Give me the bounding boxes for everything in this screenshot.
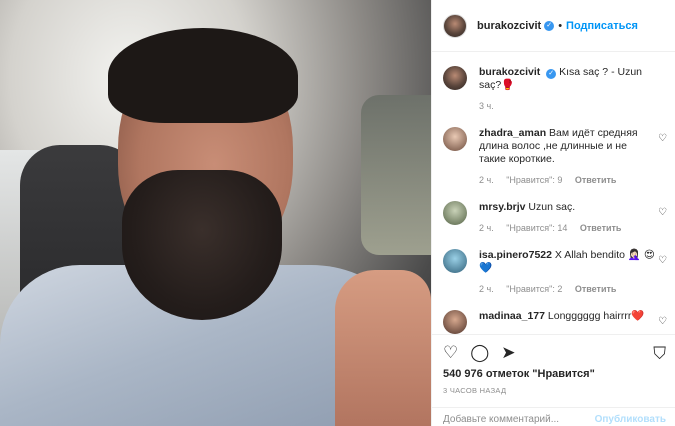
comment-icon[interactable]: ◯ (470, 344, 489, 362)
reply-button[interactable]: Ответить (575, 284, 617, 294)
likes-count[interactable]: 540 976 отметок "Нравится" (443, 368, 595, 380)
avatar[interactable] (443, 310, 467, 334)
verified-icon: ✓ (544, 20, 555, 31)
comment-text: Longggggg hairrrr❤️ (547, 310, 645, 322)
share-icon[interactable]: ➤ (501, 344, 515, 362)
avatar[interactable] (443, 201, 467, 225)
comment-username[interactable]: mrsy.brjv (479, 201, 526, 213)
comment-username[interactable]: zhadra_aman (479, 127, 546, 139)
hand (335, 270, 431, 426)
caption-username[interactable]: burakozcivit (479, 66, 540, 78)
caption-time[interactable]: 3 ч. (479, 101, 494, 111)
comment-username[interactable]: madinaa_177 (479, 310, 545, 322)
comment-time[interactable]: 2 ч. (479, 284, 494, 294)
comment-time[interactable]: 2 ч. (479, 223, 494, 233)
verified-icon: ✓ (546, 69, 557, 79)
comment-likes[interactable]: "Нравится": 2 (506, 284, 562, 294)
reply-button[interactable]: Ответить (575, 175, 617, 185)
list-item: isa.pinero7522 X Allah bendito 🤦🏻‍♀️ 😍💙 … (443, 249, 675, 296)
comments-list[interactable]: burakozcivit ✓ Kısa saç ? - Uzun saç?🥊 3… (432, 52, 675, 334)
post-actions: ♡ ◯ ➤ ⛉ 540 976 отметок "Нравится" 3 ЧАС… (432, 334, 675, 426)
list-item: madinaa_177 Longggggg hairrrr❤️ ♡ (443, 310, 675, 334)
header-username[interactable]: burakozcivit (477, 20, 541, 32)
publish-button[interactable]: Опубликовать (595, 414, 666, 425)
avatar[interactable] (443, 249, 467, 273)
rear-window (361, 95, 431, 255)
separator: • (558, 19, 563, 32)
heart-icon[interactable]: ♡ (658, 255, 667, 266)
post-sidebar: burakozcivit ✓ • Подписаться burakozcivi… (431, 0, 675, 426)
instagram-post: burakozcivit ✓ • Подписаться burakozcivi… (0, 0, 675, 426)
hair (108, 28, 298, 123)
heart-icon[interactable]: ♡ (443, 344, 458, 362)
comment-likes[interactable]: "Нравится": 9 (506, 175, 562, 185)
post-photo[interactable] (0, 0, 431, 426)
comment-time[interactable]: 2 ч. (479, 175, 494, 185)
bookmark-icon[interactable]: ⛉ (653, 344, 666, 364)
comment-text: Uzun saç. (528, 201, 576, 213)
comment-input[interactable] (443, 414, 583, 425)
reply-button[interactable]: Ответить (580, 223, 622, 233)
heart-icon[interactable]: ♡ (658, 133, 667, 144)
heart-icon[interactable]: ♡ (658, 316, 667, 327)
comment-username[interactable]: isa.pinero7522 (479, 249, 552, 261)
avatar[interactable] (443, 127, 467, 151)
avatar[interactable] (443, 66, 467, 90)
post-header: burakozcivit ✓ • Подписаться (432, 0, 675, 52)
beard (122, 170, 282, 320)
list-item: zhadra_aman Вам идёт средняя длина волос… (443, 127, 675, 187)
list-item: mrsy.brjv Uzun saç. 2 ч. "Нравится": 14 … (443, 201, 675, 235)
post-timestamp[interactable]: 3 ЧАСОВ НАЗАД (443, 386, 506, 395)
heart-icon[interactable]: ♡ (658, 207, 667, 218)
add-comment-bar: Опубликовать (432, 407, 675, 426)
caption: burakozcivit ✓ Kısa saç ? - Uzun saç?🥊 3… (443, 66, 675, 113)
avatar[interactable] (443, 13, 467, 38)
follow-button[interactable]: Подписаться (566, 20, 638, 32)
comment-likes[interactable]: "Нравится": 14 (506, 223, 567, 233)
